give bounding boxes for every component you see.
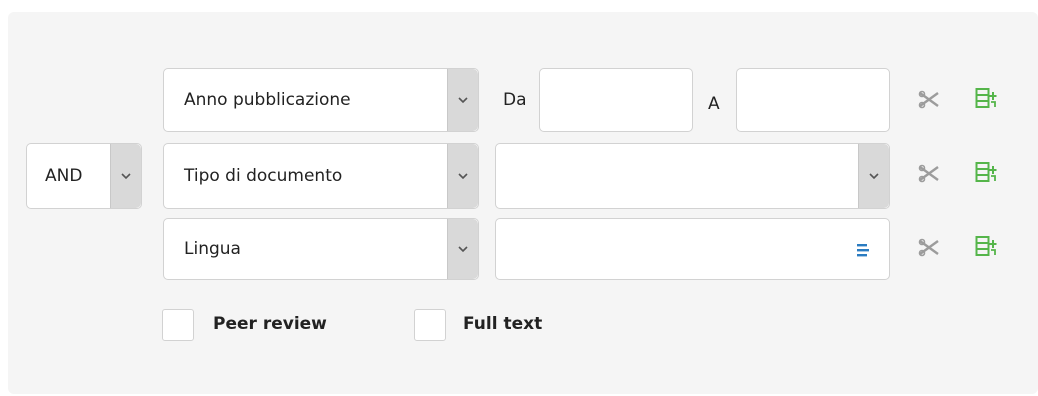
chevron-down-icon[interactable] [858, 144, 889, 208]
scissors-icon [918, 238, 939, 257]
field-select-language[interactable]: Lingua [163, 218, 479, 280]
full-text-checkbox[interactable] [414, 309, 446, 341]
scissors-icon [918, 164, 939, 183]
year-from-field[interactable] [540, 69, 692, 131]
doctype-value-select[interactable] [495, 143, 890, 209]
remove-row-button[interactable] [916, 162, 942, 186]
peer-review-label: Peer review [213, 314, 327, 334]
scissors-icon [918, 90, 939, 109]
from-label: Da [503, 90, 527, 110]
language-value-input[interactable] [495, 218, 890, 280]
field-select-label: Lingua [184, 239, 241, 259]
chevron-down-icon[interactable] [447, 69, 478, 131]
peer-review-checkbox[interactable] [162, 309, 194, 341]
add-row-icon [975, 88, 997, 108]
chevron-down-icon[interactable] [447, 219, 478, 279]
add-row-icon [975, 236, 997, 256]
remove-row-button[interactable] [916, 236, 942, 260]
operator-select[interactable]: AND [26, 143, 142, 209]
year-to-input[interactable] [736, 68, 890, 132]
add-row-button[interactable] [974, 160, 1000, 184]
field-select-doctype[interactable]: Tipo di documento [163, 143, 479, 209]
year-to-field[interactable] [737, 69, 889, 131]
add-row-button[interactable] [974, 234, 1000, 258]
full-text-label: Full text [463, 314, 543, 334]
field-select-label: Anno pubblicazione [184, 90, 351, 110]
field-select-label: Tipo di documento [184, 166, 343, 186]
chevron-down-icon[interactable] [447, 144, 478, 208]
search-filter-panel: AND Anno pubblicazione Da A Tipo di docu… [8, 12, 1038, 394]
chevron-down-icon[interactable] [110, 144, 141, 208]
field-select-year[interactable]: Anno pubblicazione [163, 68, 479, 132]
to-label: A [708, 94, 720, 114]
list-icon[interactable] [857, 243, 871, 259]
operator-value: AND [45, 166, 83, 186]
add-row-icon [975, 162, 997, 182]
add-row-button[interactable] [974, 86, 1000, 110]
year-from-input[interactable] [539, 68, 693, 132]
remove-row-button[interactable] [916, 88, 942, 112]
language-field[interactable] [496, 219, 889, 279]
